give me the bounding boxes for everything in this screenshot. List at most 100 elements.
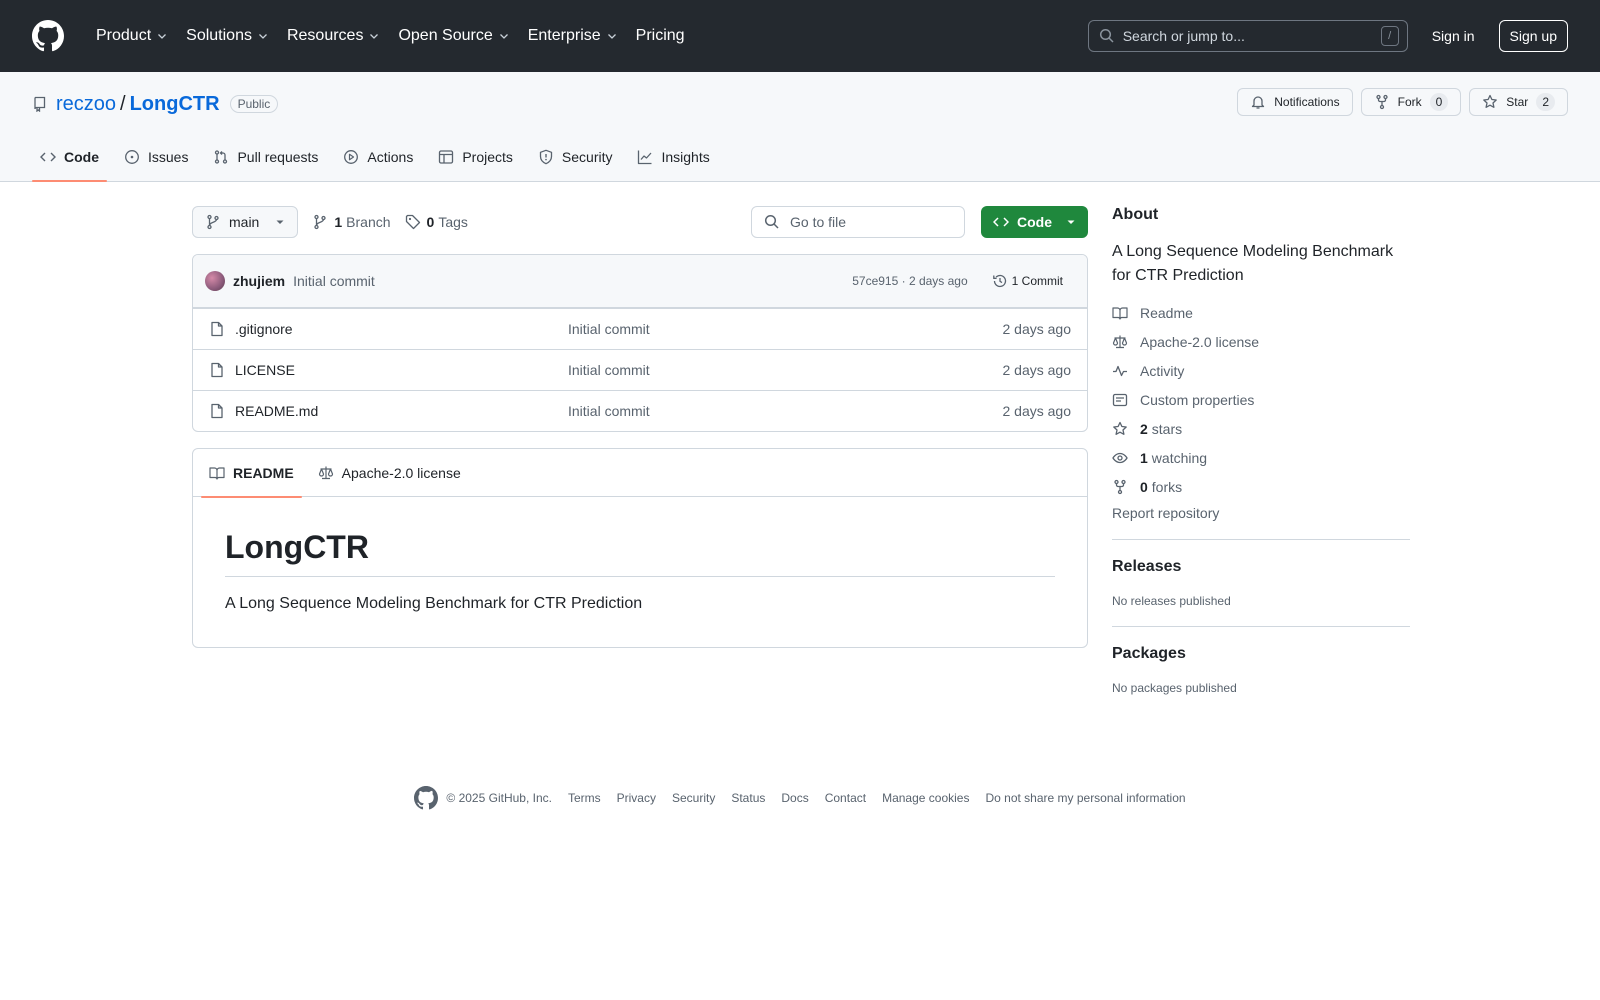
chevron-down-icon [499, 34, 508, 39]
nav-label: Product [96, 27, 152, 44]
about-heading: About [1112, 206, 1159, 223]
report-repository-link[interactable]: Report repository [1112, 505, 1410, 521]
eye-icon [1112, 452, 1128, 463]
about-list: Readme Apache-2.0 license Activity Custo… [1112, 298, 1410, 501]
commit-author-link[interactable]: zhujiem [233, 273, 285, 289]
tab-label: Security [561, 149, 613, 165]
tab-label: Code [64, 149, 99, 165]
notifications-button[interactable]: Notifications [1237, 88, 1353, 116]
repo-name-link[interactable]: LongCTR [130, 93, 220, 116]
notifications-label: Notifications [1274, 95, 1340, 109]
code-icon [993, 217, 1009, 227]
path-separator: / [120, 92, 126, 115]
packages-note: No packages published [1112, 681, 1237, 695]
search-input[interactable]: Search or jump to... / [1087, 20, 1408, 52]
table-row[interactable]: .gitignore Initial commit 2 days ago [193, 308, 1087, 349]
fork-icon [1375, 94, 1388, 110]
tab-insights[interactable]: Insights [629, 133, 717, 181]
nav-pricing[interactable]: Pricing [628, 20, 693, 52]
activity-link[interactable]: Activity [1112, 356, 1410, 385]
tab-readme[interactable]: README [201, 449, 302, 498]
file-toolbar: main 1 Branch 0 Tags Go to file Code [192, 206, 1088, 238]
footer-link-do-not-share[interactable]: Do not share my personal information [985, 791, 1185, 805]
tab-pull-requests[interactable]: Pull requests [205, 133, 326, 181]
tag-count: 0 [426, 214, 435, 230]
star-count: 2 [1536, 93, 1555, 111]
slash-key-hint: / [1380, 26, 1399, 46]
sign-up-button[interactable]: Sign up [1498, 20, 1568, 52]
go-to-file-placeholder: Go to file [790, 214, 847, 230]
file-name-link[interactable]: LICENSE [235, 362, 568, 378]
chevron-down-icon [607, 34, 616, 39]
tab-projects[interactable]: Projects [430, 133, 521, 181]
commit-hash-and-time[interactable]: 57ce915 · 2 days ago [852, 274, 967, 288]
table-row[interactable]: README.md Initial commit 2 days ago [193, 390, 1087, 431]
sign-in-link[interactable]: Sign in [1432, 28, 1475, 44]
releases-heading[interactable]: Releases [1112, 558, 1410, 576]
star-button[interactable]: Star 2 [1469, 88, 1568, 116]
avatar[interactable] [205, 271, 225, 291]
tags-link[interactable]: 0 Tags [405, 214, 468, 230]
tab-label: Actions [367, 149, 414, 165]
branch-selector[interactable]: main [192, 206, 299, 238]
table-row[interactable]: LICENSE Initial commit 2 days ago [193, 349, 1087, 390]
custom-properties-link[interactable]: Custom properties [1112, 385, 1410, 414]
bell-icon [1252, 96, 1265, 109]
tab-security[interactable]: Security [530, 133, 621, 181]
github-logo-icon[interactable] [32, 20, 64, 52]
nav-resources[interactable]: Resources [279, 20, 388, 52]
repo-owner-link[interactable]: reczoo [56, 93, 116, 116]
file-icon [211, 403, 223, 419]
nav-product[interactable]: Product [88, 20, 176, 52]
forks-link[interactable]: 0 forks [1112, 472, 1410, 501]
nav-enterprise[interactable]: Enterprise [520, 20, 626, 52]
license-link[interactable]: Apache-2.0 license [1112, 327, 1410, 356]
code-button-label: Code [1017, 214, 1052, 230]
history-icon [992, 274, 1006, 288]
github-logo-icon[interactable] [414, 786, 439, 810]
go-to-file-input[interactable]: Go to file [751, 206, 965, 238]
star-label: Star [1506, 95, 1529, 109]
file-commit-message[interactable]: Initial commit [568, 321, 1003, 337]
releases-note: No releases published [1112, 594, 1231, 608]
footer-link-docs[interactable]: Docs [781, 791, 808, 805]
nav-open-source[interactable]: Open Source [390, 20, 517, 52]
footer-link-security[interactable]: Security [672, 791, 715, 805]
nav-solutions[interactable]: Solutions [178, 20, 277, 52]
file-age: 2 days ago [1002, 362, 1072, 378]
tab-license[interactable]: Apache-2.0 license [310, 449, 469, 497]
nav-label: Resources [286, 27, 364, 44]
file-commit-message[interactable]: Initial commit [568, 403, 1003, 419]
stars-count: 2 [1140, 420, 1148, 437]
file-name-link[interactable]: README.md [235, 403, 568, 419]
footer-link-contact[interactable]: Contact [825, 791, 866, 805]
file-age: 2 days ago [1002, 321, 1072, 337]
readme-link[interactable]: Readme [1112, 298, 1410, 327]
repo-actions: Notifications Fork 0 Star 2 [1237, 88, 1568, 116]
code-download-button[interactable]: Code [981, 206, 1088, 238]
tag-icon [405, 214, 420, 230]
tab-label: Pull requests [237, 149, 319, 165]
divider [1112, 539, 1410, 540]
footer-link-privacy[interactable]: Privacy [617, 791, 656, 805]
readme-link-label: Readme [1140, 304, 1193, 321]
readme-panel: README Apache-2.0 license LongCTR A Long… [192, 448, 1088, 648]
footer-link-manage-cookies[interactable]: Manage cookies [882, 791, 969, 805]
file-name-link[interactable]: .gitignore [235, 321, 568, 337]
branches-link[interactable]: 1 Branch [312, 214, 391, 230]
packages-heading[interactable]: Packages [1112, 645, 1410, 663]
file-commit-message[interactable]: Initial commit [568, 362, 1003, 378]
commit-message-link[interactable]: Initial commit [293, 273, 375, 289]
readme-tabs: README Apache-2.0 license [193, 449, 1087, 498]
fork-button[interactable]: Fork 0 [1360, 88, 1462, 116]
footer-link-status[interactable]: Status [731, 791, 765, 805]
tab-code[interactable]: Code [32, 133, 107, 182]
stars-link[interactable]: 2 stars [1112, 414, 1410, 443]
watching-link[interactable]: 1 watching [1112, 443, 1410, 472]
shield-icon [539, 149, 553, 165]
commit-history-link[interactable]: 1 Commit [984, 273, 1071, 289]
top-nav: Product Solutions Resources Open Source … [88, 20, 695, 52]
tab-issues[interactable]: Issues [116, 133, 196, 181]
footer-link-terms[interactable]: Terms [568, 791, 601, 805]
tab-actions[interactable]: Actions [335, 133, 421, 181]
